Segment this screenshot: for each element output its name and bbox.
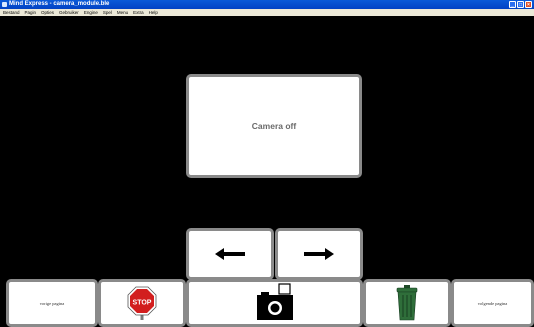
window-title: Mind Express - camera_module.ble bbox=[9, 1, 110, 7]
arrow-left-button[interactable] bbox=[186, 228, 274, 280]
camera-icon bbox=[256, 283, 293, 320]
trash-bin-icon bbox=[396, 285, 418, 321]
camera-view-label: Camera off bbox=[251, 121, 297, 131]
menu-item-bestand[interactable]: Bestand bbox=[3, 9, 20, 16]
menu-item-opties[interactable]: Opties bbox=[41, 9, 54, 16]
menu-item-pagin[interactable]: Pagin bbox=[25, 9, 37, 16]
app-icon bbox=[2, 2, 7, 7]
previous-page-button[interactable]: vorige pagina bbox=[6, 279, 98, 327]
menu-item-gebruiker[interactable]: Gebruiker bbox=[59, 9, 79, 16]
stop-sign-text: STOP bbox=[133, 300, 152, 307]
camera-toggle-button[interactable] bbox=[186, 279, 363, 327]
stop-button[interactable]: STOP bbox=[98, 279, 186, 327]
camera-view-cell[interactable]: Camera off bbox=[186, 74, 362, 178]
menu-item-help[interactable]: Help bbox=[149, 9, 158, 16]
next-page-label: volgende pagina bbox=[477, 300, 508, 306]
trash-button[interactable] bbox=[363, 279, 451, 327]
menu-item-extra[interactable]: Extra bbox=[133, 9, 144, 16]
next-page-button[interactable]: volgende pagina bbox=[451, 279, 534, 327]
arrow-right-icon bbox=[304, 248, 334, 260]
maximize-button[interactable]: □ bbox=[517, 1, 524, 8]
menu-item-menu[interactable]: Menu bbox=[117, 9, 128, 16]
stop-sign-icon: STOP bbox=[127, 286, 157, 320]
menu-bar: Bestand Pagin Opties Gebruiker Engine Sp… bbox=[0, 9, 534, 16]
close-button[interactable]: × bbox=[525, 1, 532, 8]
arrow-left-icon bbox=[215, 248, 245, 260]
title-bar: Mind Express - camera_module.ble _ □ × bbox=[0, 0, 534, 9]
menu-item-spel[interactable]: Spel bbox=[103, 9, 112, 16]
arrow-right-button[interactable] bbox=[275, 228, 363, 280]
previous-page-label: vorige pagina bbox=[39, 300, 65, 306]
minimize-button[interactable]: _ bbox=[509, 1, 516, 8]
menu-item-engine[interactable]: Engine bbox=[84, 9, 98, 16]
